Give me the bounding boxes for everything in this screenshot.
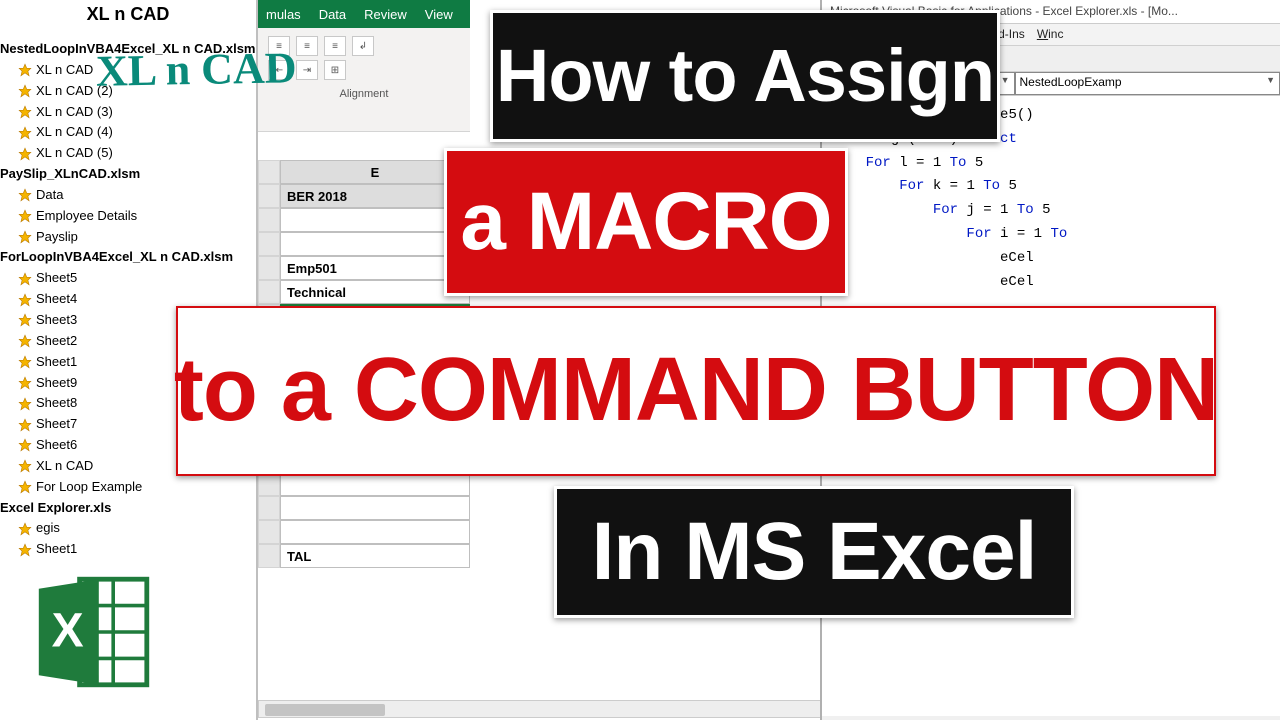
thumbnail-title-line1: How to Assign — [490, 10, 1000, 142]
vba-proc-dropdown[interactable]: NestedLoopExamp — [1015, 72, 1280, 95]
grid-cell[interactable] — [280, 232, 470, 256]
select-all-corner[interactable] — [258, 160, 280, 184]
sheet-item[interactable]: egis — [0, 518, 256, 539]
grid-cell[interactable]: BER 2018 — [280, 184, 470, 208]
star-icon — [18, 209, 32, 223]
star-icon — [18, 105, 32, 119]
star-icon — [18, 147, 32, 161]
ribbon-tab[interactable]: View — [425, 7, 453, 22]
vba-menu-item[interactable]: Winc — [1037, 27, 1064, 42]
grid-cell[interactable]: TAL — [280, 544, 470, 568]
sheet-item[interactable]: Employee Details — [0, 206, 256, 227]
align-left-button[interactable]: ≡ — [268, 36, 290, 56]
star-icon — [18, 313, 32, 327]
grid-cell[interactable] — [280, 496, 470, 520]
workbook-item[interactable]: ForLoopInVBA4Excel_XL n CAD.xlsm — [0, 247, 256, 268]
ribbon-tab[interactable]: mulas — [266, 7, 301, 22]
star-icon — [18, 397, 32, 411]
grid-cell[interactable] — [280, 520, 470, 544]
workbook-item[interactable]: Excel Explorer.xls — [0, 498, 256, 519]
sheet-item[interactable]: XL n CAD — [0, 60, 256, 81]
star-icon — [18, 63, 32, 77]
star-icon — [18, 522, 32, 536]
indent-dec-button[interactable]: ⇤ — [268, 60, 290, 80]
sheet-item[interactable]: XL n CAD (5) — [0, 143, 256, 164]
star-icon — [18, 230, 32, 244]
star-icon — [18, 84, 32, 98]
row-number[interactable] — [258, 496, 280, 520]
sheet-item[interactable]: XL n CAD (4) — [0, 122, 256, 143]
indent-inc-button[interactable]: ⇥ — [296, 60, 318, 80]
star-icon — [18, 376, 32, 390]
ribbon-tab[interactable]: Review — [364, 7, 407, 22]
star-icon — [18, 543, 32, 557]
row-number[interactable] — [258, 184, 280, 208]
star-icon — [18, 480, 32, 494]
workbook-item[interactable]: NestedLoopInVBA4Excel_XL n CAD.xlsm — [0, 39, 256, 60]
grid-cell[interactable]: Emp501 — [280, 256, 470, 280]
column-header[interactable]: E — [280, 160, 470, 184]
explorer-title: XL n CAD — [0, 4, 256, 25]
excel-logo-icon: X — [34, 572, 154, 682]
star-icon — [18, 438, 32, 452]
align-right-button[interactable]: ≡ — [324, 36, 346, 56]
row-number[interactable] — [258, 280, 280, 304]
star-icon — [18, 355, 32, 369]
star-icon — [18, 418, 32, 432]
thumbnail-title-line4: In MS Excel — [554, 486, 1074, 618]
grid-cell[interactable]: Technical — [280, 280, 470, 304]
grid-cell[interactable] — [280, 208, 470, 232]
row-number[interactable] — [258, 208, 280, 232]
ribbon-group-label: Alignment — [268, 88, 460, 100]
excel-ribbon[interactable]: ≡ ≡ ≡ ↲ ⇤ ⇥ ⊞ Alignment — [258, 28, 470, 132]
merge-button[interactable]: ⊞ — [324, 60, 346, 80]
row-number[interactable] — [258, 520, 280, 544]
star-icon — [18, 126, 32, 140]
sheet-item[interactable]: For Loop Example — [0, 477, 256, 498]
star-icon — [18, 272, 32, 286]
sheet-item[interactable]: Payslip — [0, 227, 256, 248]
thumbnail-title-line2: a MACRO — [444, 148, 848, 296]
svg-text:X: X — [52, 604, 84, 657]
sheet-item[interactable]: XL n CAD (3) — [0, 102, 256, 123]
explorer-tree[interactable]: NestedLoopInVBA4Excel_XL n CAD.xlsmXL n … — [0, 39, 256, 560]
star-icon — [18, 293, 32, 307]
thumbnail-title-line3: to a COMMAND BUTTON — [176, 306, 1216, 476]
star-icon — [18, 459, 32, 473]
align-center-button[interactable]: ≡ — [296, 36, 318, 56]
row-number[interactable] — [258, 256, 280, 280]
workbook-item[interactable]: PaySlip_XLnCAD.xlsm — [0, 164, 256, 185]
excel-ribbon-tabs[interactable]: mulas Data Review View — [258, 0, 470, 28]
star-icon — [18, 334, 32, 348]
star-icon — [18, 188, 32, 202]
sheet-item[interactable]: Sheet5 — [0, 268, 256, 289]
row-number[interactable] — [258, 232, 280, 256]
sheet-item[interactable]: XL n CAD (2) — [0, 81, 256, 102]
ribbon-tab[interactable]: Data — [319, 7, 346, 22]
sheet-item[interactable]: Sheet1 — [0, 539, 256, 560]
wrap-text-button[interactable]: ↲ — [352, 36, 374, 56]
sheet-item[interactable]: Data — [0, 185, 256, 206]
row-number[interactable] — [258, 544, 280, 568]
